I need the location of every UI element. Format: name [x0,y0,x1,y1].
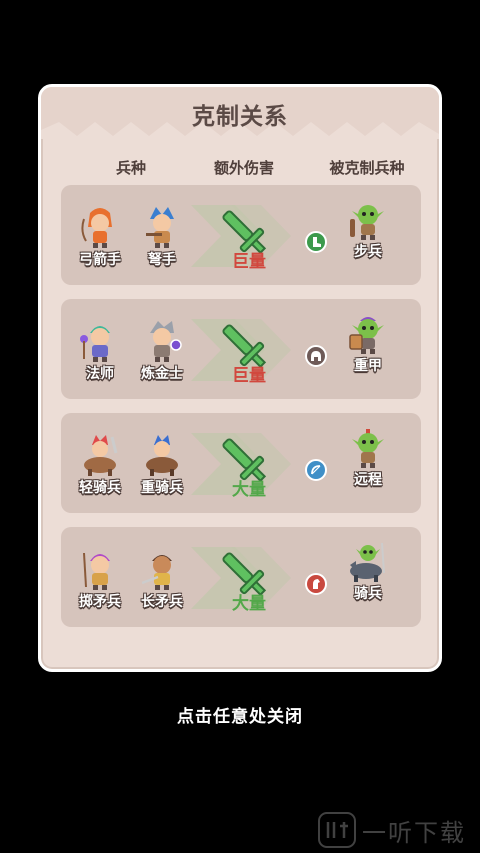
unit-heavy-cavalry: 重骑兵 [135,433,189,497]
goblin-heavy-armor-sprite [348,311,388,355]
dialog-title: 克制关系 [192,104,288,130]
bow-icon [305,459,327,481]
unit-label: 骑兵 [354,586,382,602]
unit-label: 轻骑兵 [79,480,121,496]
unit-label: 弩手 [148,252,176,268]
unit-label: 炼金士 [141,366,183,382]
damage-level-text: 大量 [232,480,266,500]
helmet-icon [305,345,327,367]
unit-ranged: 远程 [343,425,393,489]
crossbowman-sprite [142,205,182,249]
archer-sprite [80,205,120,249]
unit-label: 步兵 [354,244,382,260]
counter-row: 轻骑兵 重骑兵 大量 远程 [61,413,421,513]
javelin-thrower-sprite [80,547,120,591]
goblin-infantry-sprite [348,197,388,241]
unit-label: 法师 [86,366,114,382]
counter-row: 掷矛兵 长矛兵 大量 骑兵 [61,527,421,627]
unit-infantry: 步兵 [343,197,393,261]
counter-relationship-dialog: 克制关系 兵种 额外伤害 被克制兵种 弓箭手 弩手 巨量 步兵 法师 炼金士 巨… [38,84,442,672]
heavy-cavalry-sprite [142,433,182,477]
unit-crossbowman: 弩手 [135,205,189,269]
unit-javelin-thrower: 掷矛兵 [73,547,127,611]
watermark-text: 一听下载 [362,818,466,847]
unit-cavalry: 骑兵 [343,539,393,603]
alchemist-sprite [142,319,182,363]
close-hint-text[interactable]: 点击任意处关闭 [0,702,480,727]
watermark-logo-icon [318,812,356,848]
unit-alchemist: 炼金士 [135,319,189,383]
spearman-sprite [141,547,182,591]
damage-level-text: 巨量 [232,252,266,272]
mage-sprite [80,319,120,363]
damage-level-text: 巨量 [232,366,266,386]
column-header-extra-damage: 额外伤害 [213,159,274,177]
unit-mage: 法师 [73,319,127,383]
horse-icon [305,573,327,595]
column-header-countered-unit: 被克制兵种 [329,159,405,177]
goblin-ranged-sprite [348,425,388,469]
unit-label: 掷矛兵 [79,594,121,610]
boot-icon [305,231,327,253]
unit-label: 远程 [354,472,382,488]
unit-label: 弓箭手 [79,252,121,268]
unit-label: 重甲 [354,358,382,374]
damage-level-text: 大量 [232,594,266,614]
unit-heavy-armor: 重甲 [343,311,393,375]
unit-light-cavalry: 轻骑兵 [73,433,127,497]
watermark: 一听下载 [318,810,478,850]
goblin-cavalry-sprite [348,539,388,583]
unit-spearman: 长矛兵 [135,547,189,611]
unit-label: 重骑兵 [141,480,183,496]
unit-label: 长矛兵 [141,594,183,610]
column-header-unit-type: 兵种 [115,159,146,177]
unit-archer: 弓箭手 [73,205,127,269]
dialog-header: 克制关系 [41,87,439,139]
light-cavalry-sprite [80,433,120,477]
counter-row: 弓箭手 弩手 巨量 步兵 [61,185,421,285]
counter-row: 法师 炼金士 巨量 重甲 [61,299,421,399]
